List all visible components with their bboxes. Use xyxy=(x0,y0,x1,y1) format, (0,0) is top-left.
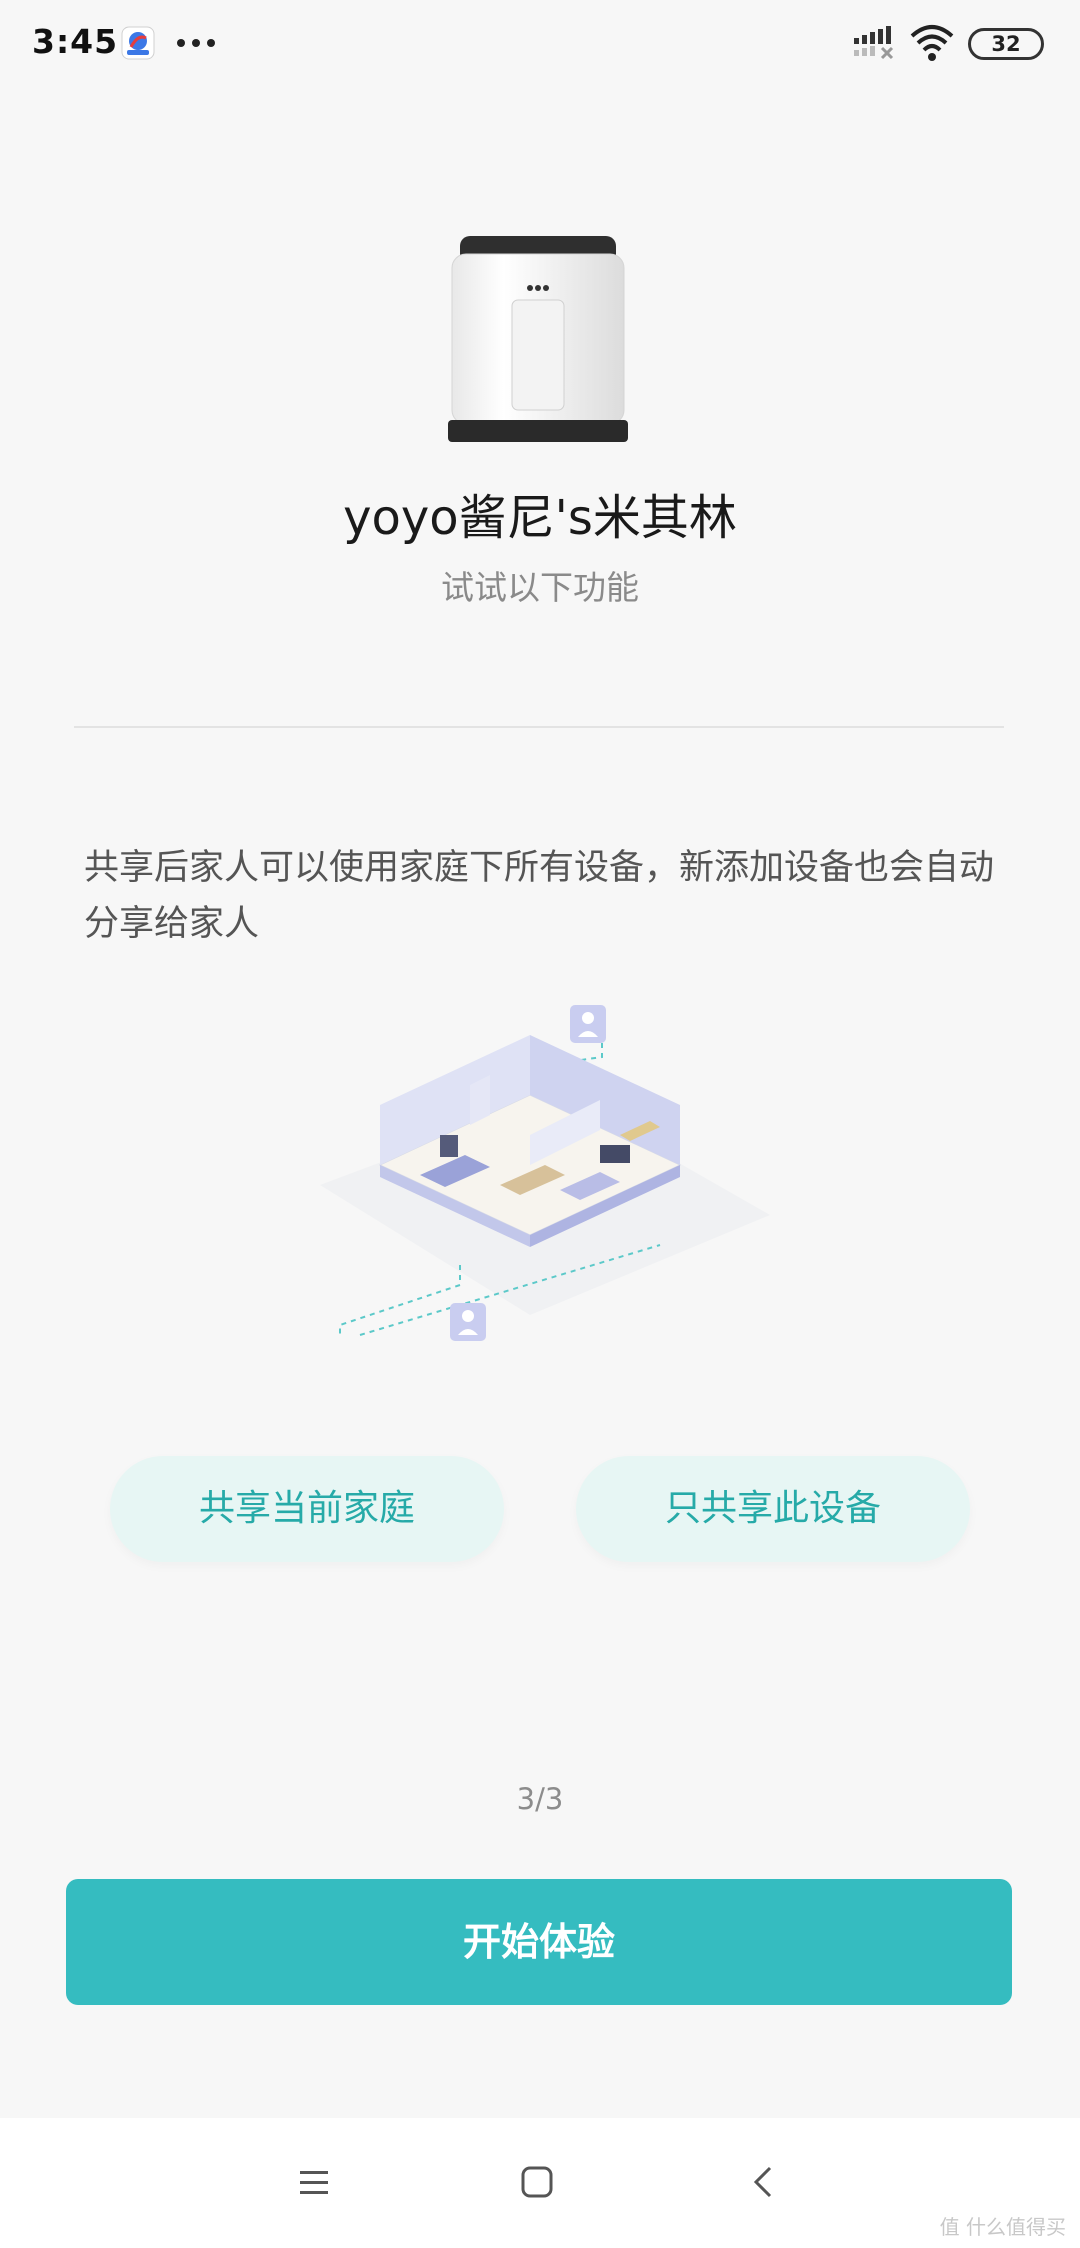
start-experience-button[interactable]: 开始体验 xyxy=(66,1879,1012,2005)
home-square-icon[interactable] xyxy=(505,2150,569,2214)
menu-icon[interactable] xyxy=(282,2150,346,2214)
share-device-button[interactable]: 只共享此设备 xyxy=(576,1456,970,1562)
cell-signal-icon xyxy=(854,26,894,60)
back-chevron-icon[interactable] xyxy=(732,2150,796,2214)
divider xyxy=(74,726,1004,728)
shared-home-illustration xyxy=(320,1005,770,1341)
device-name: yoyo酱尼's米其林 xyxy=(343,490,737,546)
watermark: 值 什么值得买 xyxy=(939,2215,1066,2239)
share-home-button[interactable]: 共享当前家庭 xyxy=(110,1456,504,1562)
status-bar: 3:45 32 xyxy=(0,0,1080,90)
more-dots-icon xyxy=(177,39,215,47)
status-time: 3:45 xyxy=(32,22,119,61)
browser-app-icon xyxy=(121,26,155,60)
page-indicator: 3/3 xyxy=(516,1782,564,1816)
wifi-icon xyxy=(910,25,954,61)
feature-description: 共享后家人可以使用家庭下所有设备，新添加设备也会自动分享给家人 xyxy=(84,848,995,944)
air-fryer-image xyxy=(448,236,628,442)
battery-indicator: 32 xyxy=(968,28,1044,60)
navigation-bar: 值 什么值得买 xyxy=(0,2118,1080,2248)
device-subtitle: 试试以下功能 xyxy=(441,568,639,607)
